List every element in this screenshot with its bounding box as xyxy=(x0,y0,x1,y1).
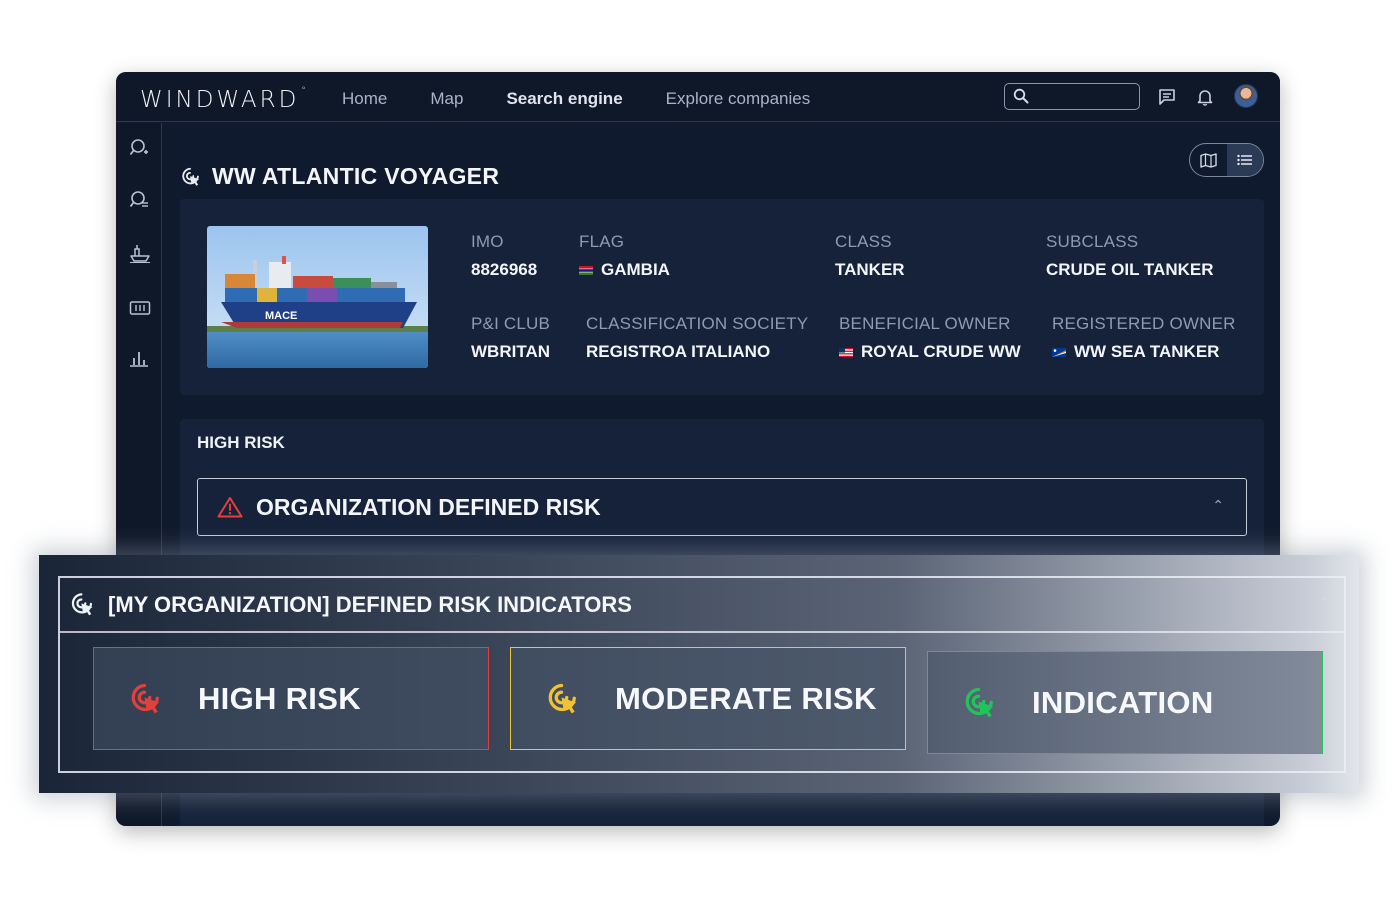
notifications-bell-icon[interactable] xyxy=(1196,88,1214,111)
windward-logo[interactable]: WINDWARD ° xyxy=(140,86,306,113)
high-risk-indicator[interactable]: HIGH RISK xyxy=(93,647,489,750)
containers-icon[interactable] xyxy=(129,300,151,321)
ship-icon: MACE xyxy=(207,226,428,368)
classification-society-field: CLASSIFICATION SOCIETY REGISTROA ITALIAN… xyxy=(586,314,808,362)
chevron-up-icon[interactable]: ⌃ xyxy=(1212,497,1224,514)
search-input[interactable] xyxy=(1004,83,1140,110)
imo-value: 8826968 xyxy=(471,260,538,279)
beneficial-owner-row: ROYAL CRUDE WW xyxy=(839,342,1021,362)
risk-indicators-title: [MY ORGANIZATION] DEFINED RISK INDICATOR… xyxy=(108,591,632,617)
classification-society-value: REGISTROA ITALIANO xyxy=(586,342,771,361)
top-bar: WINDWARD ° Home Map Search engine Explore… xyxy=(116,72,1280,122)
beneficial-owner-field: BENEFICIAL OWNER ROYAL CRUDE WW xyxy=(839,314,1021,362)
us-flag-icon xyxy=(839,347,853,357)
beneficial-owner-label: BENEFICIAL OWNER xyxy=(839,314,1011,333)
risk-indicators-header[interactable]: [MY ORGANIZATION] DEFINED RISK INDICATOR… xyxy=(60,578,1344,633)
vessel-name: WW ATLANTIC VOYAGER xyxy=(212,163,500,189)
indication-target-icon xyxy=(965,687,994,717)
list-icon xyxy=(1237,154,1252,166)
pi-club-value: WBRITAN xyxy=(471,342,550,361)
subclass-label: SUBCLASS xyxy=(1046,232,1139,251)
risk-level-heading: HIGH RISK xyxy=(197,433,285,452)
nav-map[interactable]: Map xyxy=(430,89,463,109)
vessel-title: WW ATLANTIC VOYAGER xyxy=(180,163,499,190)
organization-defined-risk-accordion[interactable]: ORGANIZATION DEFINED RISK ⌃ xyxy=(197,478,1247,536)
class-label: CLASS xyxy=(835,232,892,251)
warning-triangle-icon xyxy=(217,497,243,518)
list-search-icon[interactable] xyxy=(129,190,149,215)
port-ship-icon[interactable] xyxy=(129,243,151,268)
flag-value: GAMBIA xyxy=(601,260,670,279)
list-view-button[interactable] xyxy=(1226,144,1263,176)
nav-search-engine[interactable]: Search engine xyxy=(506,89,622,109)
registered-owner-label: REGISTERED OWNER xyxy=(1052,314,1236,333)
pi-club-label: P&I CLUB xyxy=(471,314,551,333)
moderate-risk-label: MODERATE RISK xyxy=(615,680,877,716)
class-field: CLASS TANKER xyxy=(835,232,905,280)
high-risk-label: HIGH RISK xyxy=(198,680,361,716)
imo-label: IMO xyxy=(471,232,504,251)
flag-value-row: GAMBIA xyxy=(579,260,670,280)
subclass-value: CRUDE OIL TANKER xyxy=(1046,260,1214,279)
nav-home[interactable]: Home xyxy=(342,89,387,109)
indication-label: INDICATION xyxy=(1032,684,1214,720)
map-icon xyxy=(1200,152,1217,168)
view-toggle xyxy=(1189,143,1264,177)
search-icon xyxy=(1013,88,1029,104)
imo-field: IMO 8826968 xyxy=(471,232,537,280)
messages-icon[interactable] xyxy=(1158,88,1176,111)
flag-field: FLAG GAMBIA xyxy=(579,232,670,280)
subclass-field: SUBCLASS CRUDE OIL TANKER xyxy=(1046,232,1214,280)
logo-mark: ° xyxy=(301,86,306,96)
pi-club-field: P&I CLUB WBRITAN xyxy=(471,314,550,362)
risk-target-icon xyxy=(182,167,200,186)
flag-label: FLAG xyxy=(579,232,625,251)
ship-photo: MACE xyxy=(207,226,428,368)
ship-hull-text: MACE xyxy=(265,310,297,322)
organization-defined-risk-title: ORGANIZATION DEFINED RISK xyxy=(256,493,601,520)
logo-text: WINDWARD xyxy=(140,87,300,113)
risk-indicators-frame: [MY ORGANIZATION] DEFINED RISK INDICATOR… xyxy=(58,576,1346,773)
analytics-chart-icon[interactable] xyxy=(129,349,149,372)
beneficial-owner-value[interactable]: ROYAL CRUDE WW xyxy=(861,342,1021,362)
nav-explore-companies[interactable]: Explore companies xyxy=(666,89,811,109)
map-view-button[interactable] xyxy=(1190,144,1227,176)
risk-target-icon xyxy=(71,593,93,616)
class-value: TANKER xyxy=(835,260,905,279)
chevron-up-icon[interactable]: ⌃ xyxy=(1318,594,1330,611)
moderate-risk-target-icon xyxy=(548,683,577,713)
risk-indicators-panel: [MY ORGANIZATION] DEFINED RISK INDICATOR… xyxy=(39,555,1359,793)
registered-owner-field: REGISTERED OWNER WW SEA TANKER xyxy=(1052,314,1236,362)
indication-indicator[interactable]: INDICATION xyxy=(927,651,1323,754)
registered-owner-row: WW SEA TANKER xyxy=(1052,342,1236,362)
classification-society-label: CLASSIFICATION SOCIETY xyxy=(586,314,809,333)
marshall-islands-flag-icon xyxy=(1052,347,1066,357)
main-nav: Home Map Search engine Explore companies xyxy=(342,89,810,109)
gambia-flag-icon xyxy=(579,265,593,275)
vessel-info-card: MACE IMO 8826968 FLAG GAMBIA CLASS TANKE… xyxy=(180,199,1264,395)
vessel-search-icon[interactable] xyxy=(129,138,149,163)
registered-owner-value[interactable]: WW SEA TANKER xyxy=(1074,342,1219,362)
moderate-risk-indicator[interactable]: MODERATE RISK xyxy=(510,647,906,750)
user-avatar[interactable] xyxy=(1234,84,1258,108)
high-risk-target-icon xyxy=(131,683,160,713)
